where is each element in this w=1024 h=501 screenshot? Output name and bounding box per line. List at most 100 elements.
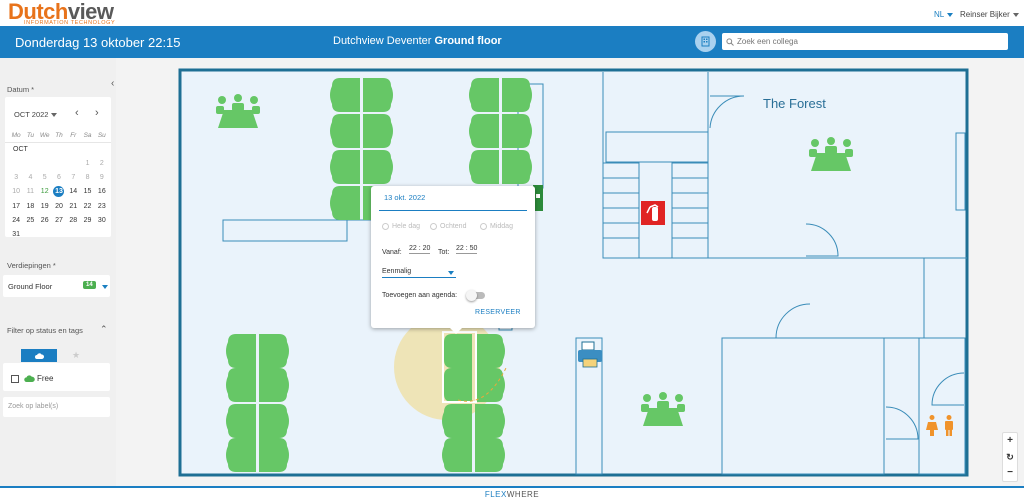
calendar-day[interactable]: 10 (9, 188, 23, 195)
whole-day-label: Hele dag (392, 223, 421, 230)
afternoon-radio[interactable]: Middag (480, 223, 513, 230)
weekday-label: Sa (83, 131, 92, 139)
dutchview-logo[interactable]: Dutchview INFORMATION TECHNOLOGY (8, 1, 115, 27)
location-name: Dutchview Deventer (333, 35, 432, 47)
language-selector[interactable]: NL (934, 10, 954, 19)
selected-day: 13 (53, 186, 65, 198)
next-month-button[interactable]: › (95, 107, 99, 119)
toggle-knob (466, 290, 477, 301)
calendar-day[interactable]: 5 (38, 174, 52, 181)
calendar-day[interactable]: 23 (95, 203, 109, 210)
zoom-out-button[interactable]: − (1003, 465, 1017, 481)
search-icon (726, 37, 734, 46)
from-time-input[interactable]: 22 : 20 (409, 245, 431, 254)
add-to-agenda-toggle[interactable] (466, 290, 485, 301)
calendar-month-abbr: OCT (13, 145, 28, 153)
chevron-down-icon (448, 271, 454, 275)
calendar-day[interactable]: 25 (23, 217, 37, 224)
calendar-day[interactable]: 7 (66, 174, 80, 181)
status-filter-tab[interactable] (21, 349, 57, 362)
free-checkbox[interactable] (11, 375, 19, 383)
calendar-day[interactable]: 13 (52, 186, 66, 198)
calendar-day[interactable]: 11 (23, 188, 37, 195)
radio-circle (382, 223, 389, 230)
footer-brand-part1: FLEX (484, 490, 507, 499)
recurrence-select[interactable]: Eenmalig (382, 268, 456, 278)
afternoon-label: Middag (490, 223, 513, 230)
zoom-in-button[interactable]: + (1003, 433, 1017, 449)
reserve-button[interactable]: RESERVEER (475, 309, 521, 316)
to-label: Tot: (438, 249, 450, 256)
meeting-room-icon (641, 392, 685, 426)
recurrence-value: Eenmalig (382, 268, 412, 275)
calendar-day[interactable]: 28 (66, 217, 80, 224)
calendar-day[interactable]: 24 (9, 217, 23, 224)
filter-label: Filter op status en tags (7, 326, 83, 335)
calendar-day[interactable]: 30 (95, 217, 109, 224)
calendar-day[interactable]: 14 (66, 188, 80, 195)
footer: FLEXWHERE (0, 486, 1024, 501)
current-date-time: Donderdag 13 oktober 22:15 (15, 35, 181, 50)
collapse-sidebar-icon[interactable]: ‹ (111, 78, 114, 89)
floor-map[interactable]: The Forest + ↻ − (116, 58, 1024, 486)
calendar-month-label: OCT 2022 (14, 110, 49, 119)
calendar-day[interactable]: 16 (95, 188, 109, 195)
calendar-month-selector[interactable]: OCT 2022 (14, 110, 58, 119)
morning-radio[interactable]: Ochtend (430, 223, 466, 230)
calendar-day[interactable]: 18 (23, 203, 37, 210)
calendar-day[interactable]: 31 (9, 231, 23, 238)
user-menu[interactable]: Reinser Bijker (960, 10, 1019, 19)
calendar-week-row: 17 18 19 20 21 22 23 (9, 199, 109, 213)
calendar-day[interactable]: 6 (52, 174, 66, 181)
meeting-room-icon (216, 94, 260, 128)
calendar-month-row: OCT (9, 142, 109, 156)
colleague-search[interactable] (722, 33, 1008, 50)
reservation-date[interactable]: 13 okt. 2022 (384, 193, 425, 202)
room-name: The Forest (763, 96, 826, 111)
user-name: Reinser Bijker (960, 10, 1010, 19)
calendar-day[interactable]: 3 (9, 174, 23, 181)
calendar-day[interactable]: 9 (95, 174, 109, 181)
reservation-popup: 13 okt. 2022 Hele dag Ochtend Middag Van… (371, 186, 535, 334)
chevron-up-icon[interactable]: ⌃ (100, 324, 108, 335)
calendar-day[interactable]: 12 (38, 188, 52, 195)
filter-tabs: ★ (21, 349, 95, 362)
tag-search-input[interactable]: Zoek op label(s) (3, 397, 110, 417)
fire-extinguisher-icon (641, 201, 665, 225)
floor-plan-button[interactable] (695, 31, 716, 52)
calendar-week-row: 3456789 (9, 171, 109, 185)
chevron-down-icon (51, 113, 58, 118)
floor-selector[interactable]: Ground Floor 14 (3, 275, 110, 297)
calendar-day[interactable]: 22 (80, 203, 94, 210)
to-minute: 50 (469, 245, 478, 252)
weekday-label: Th (55, 131, 63, 139)
calendar-day[interactable]: 1 (80, 160, 94, 167)
zoom-reset-button[interactable]: ↻ (1003, 449, 1017, 465)
previous-month-button[interactable]: ‹ (75, 107, 79, 119)
to-time-input[interactable]: 22 : 50 (456, 245, 478, 254)
favorite-filter-tab[interactable]: ★ (57, 349, 95, 362)
calendar-day[interactable]: 17 (9, 203, 23, 210)
whole-day-radio[interactable]: Hele dag (382, 223, 420, 230)
calendar-day[interactable]: 21 (66, 203, 80, 210)
weekday-label: Fr (70, 131, 77, 139)
calendar-week-row: 24 25 26 27 28 29 30 (9, 213, 109, 227)
sidebar: ‹ Datum * OCT 2022 ‹ › Mo Tu We Th Fr Sa Su OC… (0, 58, 116, 486)
building-icon (701, 36, 710, 47)
floor-area (179, 70, 967, 475)
floor-count-badge: 14 (83, 281, 96, 289)
calendar-day[interactable]: 15 (80, 188, 94, 195)
calendar-day[interactable]: 20 (52, 203, 66, 210)
floor-plan-svg: The Forest (178, 68, 969, 477)
calendar-day[interactable]: 26 (38, 217, 52, 224)
calendar-day[interactable]: 8 (80, 174, 94, 181)
calendar-day[interactable]: 19 (38, 203, 52, 210)
colleague-search-input[interactable] (737, 37, 997, 46)
from-label: Vanaf: (382, 249, 402, 256)
calendar-day[interactable]: 27 (52, 217, 66, 224)
add-to-agenda-label: Toevoegen aan agenda: (382, 292, 458, 299)
calendar-day[interactable]: 4 (23, 174, 37, 181)
calendar-day[interactable]: 29 (80, 217, 94, 224)
calendar-day[interactable]: 2 (95, 160, 109, 167)
zoom-controls: + ↻ − (1002, 432, 1018, 482)
